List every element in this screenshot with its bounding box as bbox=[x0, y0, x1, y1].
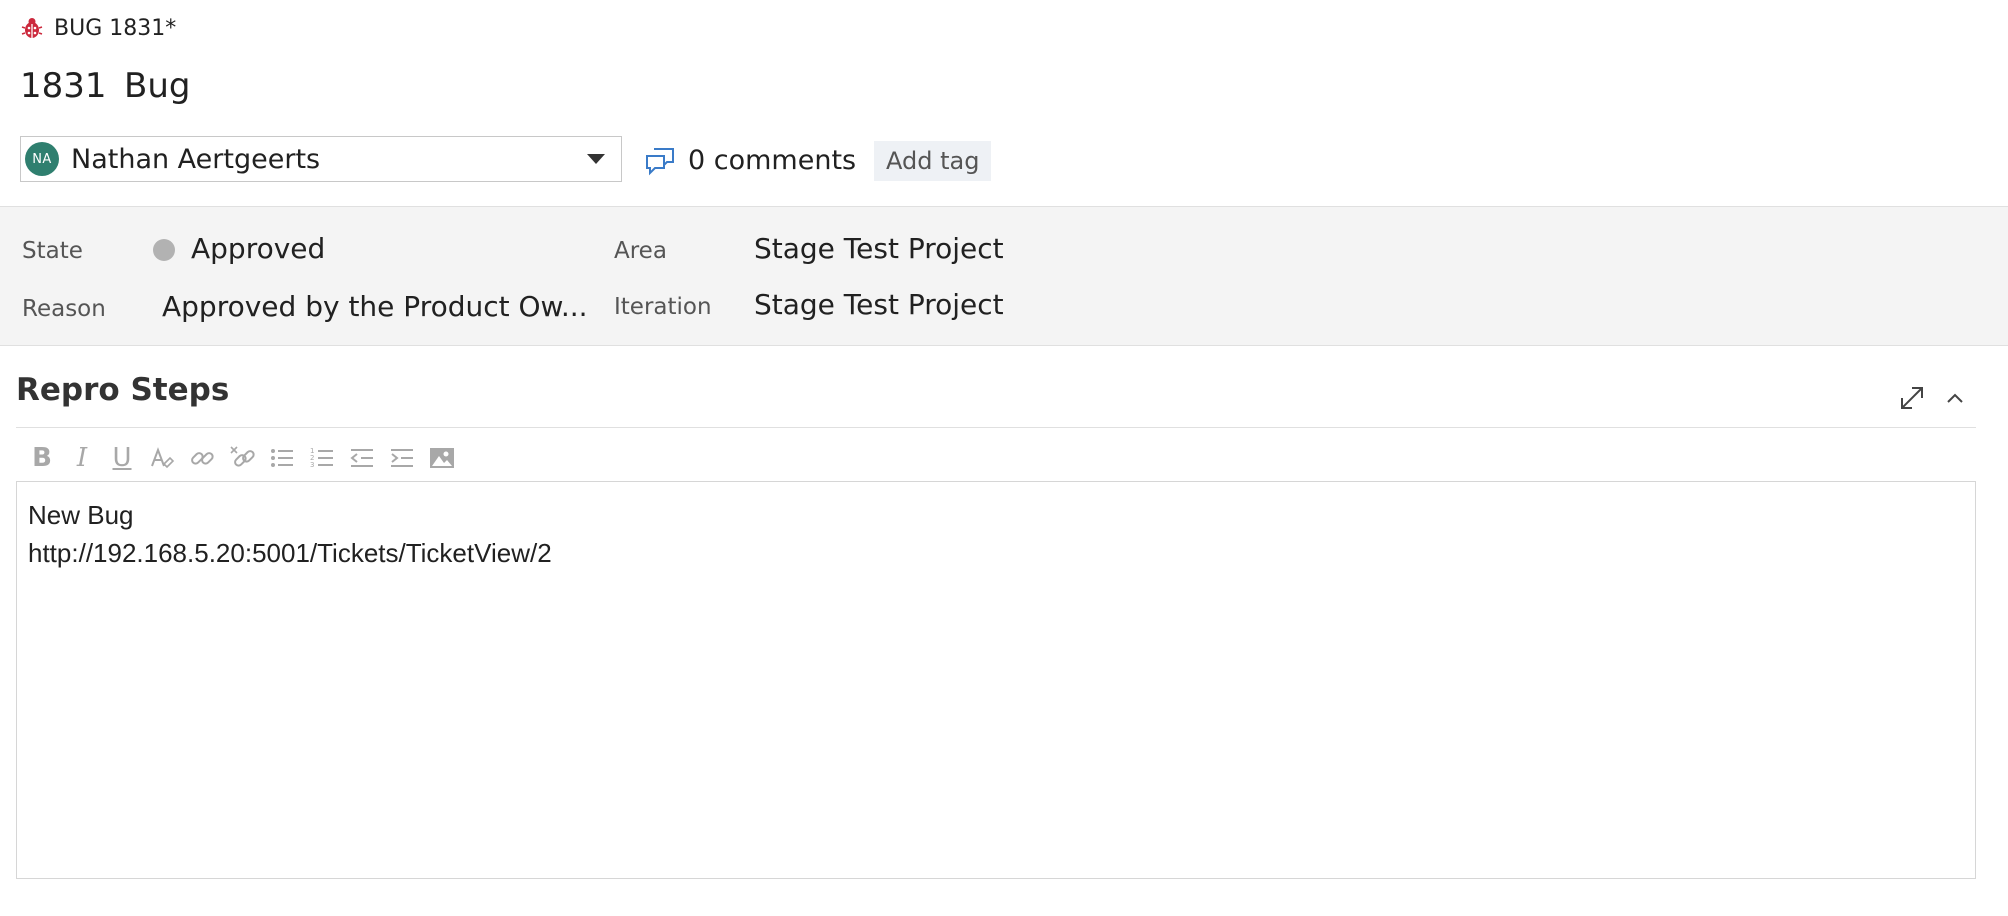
repro-steps-editor[interactable]: New Bug http://192.168.5.20:5001/Tickets… bbox=[16, 481, 1976, 879]
highlight-icon[interactable] bbox=[146, 442, 178, 474]
editor-line: http://192.168.5.20:5001/Tickets/TicketV… bbox=[28, 538, 552, 568]
italic-label: I bbox=[76, 443, 88, 473]
bold-button[interactable]: B bbox=[26, 442, 58, 474]
reason-field[interactable]: Approved by the Product Ow... bbox=[162, 290, 588, 323]
editor-line: New Bug bbox=[28, 500, 134, 530]
work-item-id: 1831 bbox=[20, 66, 107, 106]
bold-label: B bbox=[32, 443, 52, 473]
state-field[interactable]: Approved bbox=[191, 232, 325, 265]
area-label: Area bbox=[614, 238, 667, 264]
link-icon[interactable] bbox=[186, 442, 218, 474]
avatar: NA bbox=[25, 142, 59, 176]
area-field[interactable]: Stage Test Project bbox=[754, 232, 1004, 265]
comments-link[interactable]: 0 comments bbox=[688, 145, 856, 176]
outdent-icon[interactable] bbox=[346, 442, 378, 474]
indent-icon[interactable] bbox=[386, 442, 418, 474]
image-icon[interactable] bbox=[426, 442, 458, 474]
repro-steps-title: Repro Steps bbox=[16, 372, 230, 408]
tab-title: BUG 1831* bbox=[54, 15, 177, 41]
bulleted-list-icon[interactable] bbox=[266, 442, 298, 474]
iteration-label: Iteration bbox=[614, 294, 712, 320]
state-indicator bbox=[153, 239, 175, 261]
chevron-down-icon[interactable] bbox=[587, 154, 605, 164]
work-item-title[interactable]: Bug bbox=[124, 66, 190, 106]
numbered-list-icon[interactable]: 123 bbox=[306, 442, 338, 474]
underline-label: U bbox=[112, 443, 132, 473]
assignee-picker[interactable]: NA Nathan Aertgeerts bbox=[20, 136, 622, 182]
work-item-tab: BUG 1831* bbox=[20, 12, 176, 44]
bug-icon bbox=[20, 16, 44, 40]
state-label: State bbox=[22, 238, 83, 264]
comments-icon[interactable] bbox=[644, 146, 676, 176]
editor-toolbar: B I U 123 bbox=[26, 442, 466, 474]
expand-icon[interactable] bbox=[1898, 384, 1926, 412]
fields-section bbox=[0, 206, 2008, 346]
add-tag-button[interactable]: Add tag bbox=[874, 141, 992, 181]
chevron-up-icon[interactable] bbox=[1946, 390, 1964, 404]
section-divider bbox=[16, 427, 1976, 428]
unlink-icon[interactable] bbox=[226, 442, 258, 474]
underline-button[interactable]: U bbox=[106, 442, 138, 474]
iteration-field[interactable]: Stage Test Project bbox=[754, 288, 1004, 321]
assignee-name: Nathan Aertgeerts bbox=[71, 143, 321, 175]
svg-text:3: 3 bbox=[310, 461, 314, 469]
reason-label: Reason bbox=[22, 296, 106, 322]
italic-button[interactable]: I bbox=[66, 442, 98, 474]
